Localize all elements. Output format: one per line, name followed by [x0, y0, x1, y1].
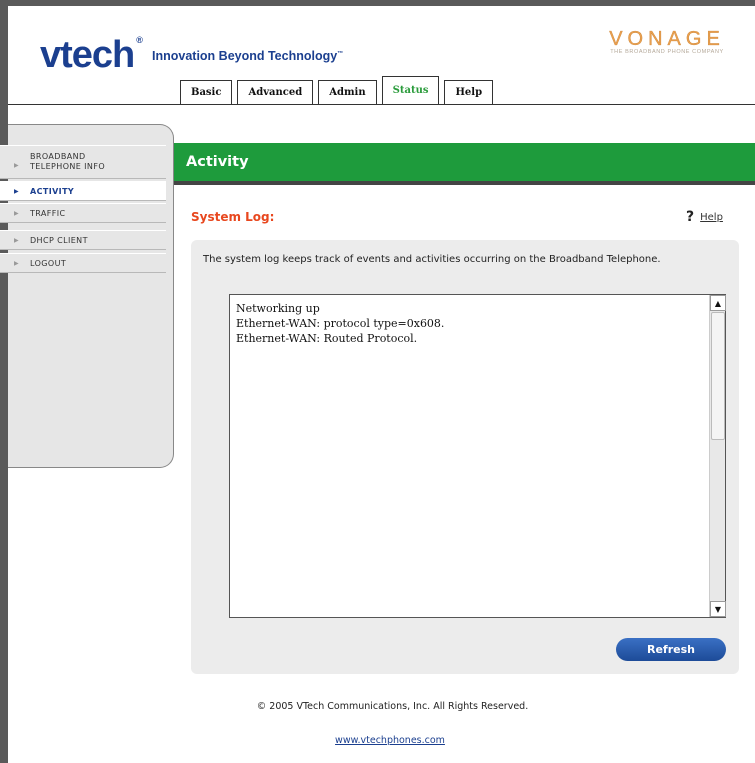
tagline-text: Innovation Beyond Technology — [152, 49, 338, 63]
refresh-button[interactable]: Refresh — [616, 638, 726, 661]
vtech-logo: vtech ® — [40, 34, 143, 76]
section-title: System Log: — [191, 210, 275, 224]
sidebar-item-activity[interactable]: ▶ ACTIVITY — [0, 181, 166, 201]
vonage-subtitle: THE BROADBAND PHONE COMPANY — [610, 49, 724, 55]
sidebar-item-label: TRAFFIC — [30, 208, 66, 218]
website-link[interactable]: www.vtechphones.com — [0, 735, 755, 746]
tab-help[interactable]: Help — [444, 80, 494, 104]
tab-status[interactable]: Status — [381, 76, 440, 104]
registered-mark: ® — [136, 35, 143, 45]
sidebar-item-label: BROADBAND — [30, 152, 86, 161]
logo-text: vtech — [40, 34, 135, 76]
sidebar-item-broadband-telephone-info[interactable]: ▶ BROADBAND TELEPHONE INFO — [0, 145, 166, 179]
page-title-bar: Activity — [174, 143, 755, 185]
sidebar-item-label: DHCP CLIENT — [30, 235, 88, 245]
sidebar-item-logout[interactable]: ▶ LOGOUT — [0, 253, 166, 273]
description-text: The system log keeps track of events and… — [203, 254, 661, 265]
system-log-text: Networking up Ethernet-WAN: protocol typ… — [236, 302, 445, 345]
question-mark-icon: ? — [686, 209, 695, 225]
help-link[interactable]: ? Help — [686, 209, 723, 225]
sidebar-item-label: LOGOUT — [30, 258, 67, 268]
header-divider — [8, 104, 755, 105]
arrow-right-icon: ▶ — [14, 209, 20, 217]
main-nav-tabs: Basic Advanced Admin Status Help — [180, 76, 494, 104]
log-scrollbar[interactable]: ▲ ▼ — [709, 295, 726, 617]
help-label: Help — [700, 211, 723, 223]
tab-basic[interactable]: Basic — [180, 80, 233, 104]
tab-admin[interactable]: Admin — [318, 80, 377, 104]
tab-advanced[interactable]: Advanced — [237, 80, 314, 104]
sidebar-item-label: ACTIVITY — [30, 186, 75, 196]
arrow-right-icon: ▶ — [14, 162, 20, 169]
arrow-right-icon: ▶ — [14, 259, 20, 267]
scroll-down-icon[interactable]: ▼ — [710, 601, 726, 617]
sidebar-item-traffic[interactable]: ▶ TRAFFIC — [0, 203, 166, 223]
tagline: Innovation Beyond Technology™ — [152, 49, 343, 63]
copyright-text: © 2005 VTech Communications, Inc. All Ri… — [256, 701, 529, 712]
sidebar-item-dhcp-client[interactable]: ▶ DHCP CLIENT — [0, 230, 166, 250]
scroll-up-icon[interactable]: ▲ — [710, 295, 726, 311]
scrollbar-thumb[interactable] — [711, 312, 725, 440]
vonage-name: VONAGE — [609, 28, 725, 50]
vonage-logo: VONAGE THE BROADBAND PHONE COMPANY — [592, 28, 742, 55]
system-log-textarea[interactable]: Networking up Ethernet-WAN: protocol typ… — [229, 294, 726, 618]
sidebar-item-label: TELEPHONE INFO — [30, 162, 106, 171]
arrow-right-icon: ▶ — [14, 236, 20, 244]
trademark-mark: ™ — [337, 50, 344, 57]
page-title: Activity — [186, 154, 249, 170]
arrow-right-icon: ▶ — [14, 187, 20, 195]
